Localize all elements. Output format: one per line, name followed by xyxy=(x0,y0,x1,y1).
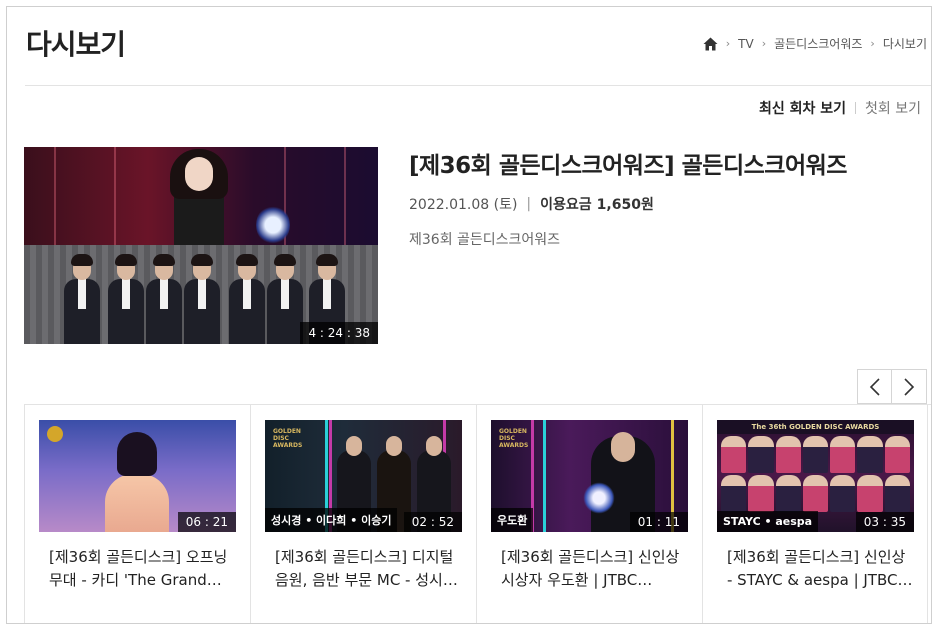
page-frame: 다시보기 › TV › 골든디스크어워즈 › 다시보기 최신 회차 보기 첫회 … xyxy=(6,6,932,624)
award-logo: GOLDEN DISC AWARDS xyxy=(499,428,529,449)
clip-card[interactable]: 06 : 21 [제36회 골든디스크] 오프닝 무대 - 카디 'The Gr… xyxy=(24,405,250,623)
header-divider xyxy=(25,85,931,86)
carousel-nav xyxy=(857,369,927,404)
breadcrumb-item-tv[interactable]: TV xyxy=(738,37,754,51)
page-title: 다시보기 xyxy=(26,28,126,61)
clip-thumbnail[interactable]: 06 : 21 xyxy=(39,420,236,532)
award-logo: GOLDEN DISC AWARDS xyxy=(273,428,303,449)
clip-duration: 01 : 11 xyxy=(629,512,688,532)
award-banner: The 36th GOLDEN DISC AWARDS xyxy=(717,420,914,434)
sort-links: 최신 회차 보기 첫회 보기 xyxy=(759,98,921,118)
clip-title[interactable]: [제36회 골든디스크] 신인상 시상자 우도환 | JTBC 220108 방… xyxy=(501,546,689,592)
breadcrumb-item-current[interactable]: 다시보기 xyxy=(883,35,927,52)
breadcrumb: › TV › 골든디스크어워즈 › 다시보기 xyxy=(703,35,927,52)
clip-thumbnail[interactable]: GOLDEN DISC AWARDS 성시경 • 이다희 • 이승기 02 : … xyxy=(265,420,462,532)
clip-card[interactable]: GOLDEN DISC AWARDS 우도환 01 : 11 [제36회 골든디… xyxy=(476,405,702,623)
carousel-next-button[interactable] xyxy=(892,369,927,404)
featured-title[interactable]: [제36회 골든디스크어워즈] 골든디스크어워즈 xyxy=(409,146,847,180)
featured-date: 2022.01.08 (토) xyxy=(409,197,518,213)
clip-caption: STAYC • aespa xyxy=(717,511,819,532)
featured-fee-label: 이용요금 xyxy=(540,197,592,213)
featured-thumbnail[interactable]: 4 : 24 : 38 xyxy=(24,147,378,344)
sort-first-link[interactable]: 첫회 보기 xyxy=(865,98,921,118)
chevron-left-icon xyxy=(869,377,881,396)
performer-grid xyxy=(721,436,910,512)
chevron-right-icon: › xyxy=(725,37,731,50)
clip-caption: 우도환 xyxy=(491,508,534,532)
clip-thumbnail[interactable]: The 36th GOLDEN DISC AWARDS STAYC • aesp… xyxy=(717,420,914,532)
featured-duration: 4 : 24 : 38 xyxy=(300,322,378,344)
clip-thumbnail[interactable]: GOLDEN DISC AWARDS 우도환 01 : 11 xyxy=(491,420,688,532)
sort-separator xyxy=(855,102,857,114)
breadcrumb-item-program[interactable]: 골든디스크어워즈 xyxy=(774,35,862,52)
featured-fee-value: 1,650원 xyxy=(596,197,654,213)
clip-duration: 06 : 21 xyxy=(177,512,236,532)
featured-description: 제36회 골든디스크어워즈 xyxy=(409,232,561,248)
featured-meta: 2022.01.08 (토) | 이용요금 1,650원 xyxy=(409,194,654,214)
featured-thumbnail-top xyxy=(24,147,378,245)
clip-card[interactable]: GOLDEN DISC AWARDS 성시경 • 이다희 • 이승기 02 : … xyxy=(250,405,476,623)
chevron-right-icon: › xyxy=(870,37,875,50)
home-icon[interactable] xyxy=(703,37,718,51)
clip-title[interactable]: [제36회 골든디스크] 오프닝 무대 - 카디 'The Grand Open… xyxy=(49,546,237,592)
clip-caption: 성시경 • 이다희 • 이승기 xyxy=(265,508,398,532)
chevron-right-icon: › xyxy=(761,37,767,50)
clip-duration: 02 : 52 xyxy=(403,512,462,532)
clip-duration: 03 : 35 xyxy=(855,512,914,532)
meta-separator: | xyxy=(526,196,532,212)
clip-card[interactable]: The 36th GOLDEN DISC AWARDS STAYC • aesp… xyxy=(702,405,928,623)
sort-latest-link[interactable]: 최신 회차 보기 xyxy=(759,98,846,118)
clip-title[interactable]: [제36회 골든디스크] 신인상 - STAYC & aespa | JTBC … xyxy=(727,546,915,592)
chevron-right-icon xyxy=(903,377,915,396)
clip-list: 06 : 21 [제36회 골든디스크] 오프닝 무대 - 카디 'The Gr… xyxy=(24,404,931,623)
clip-title[interactable]: [제36회 골든디스크] 디지털 음원, 음반 부문 MC - 성시경·이다희·… xyxy=(275,546,463,592)
broadcaster-logo xyxy=(47,426,63,442)
carousel-prev-button[interactable] xyxy=(857,369,892,404)
